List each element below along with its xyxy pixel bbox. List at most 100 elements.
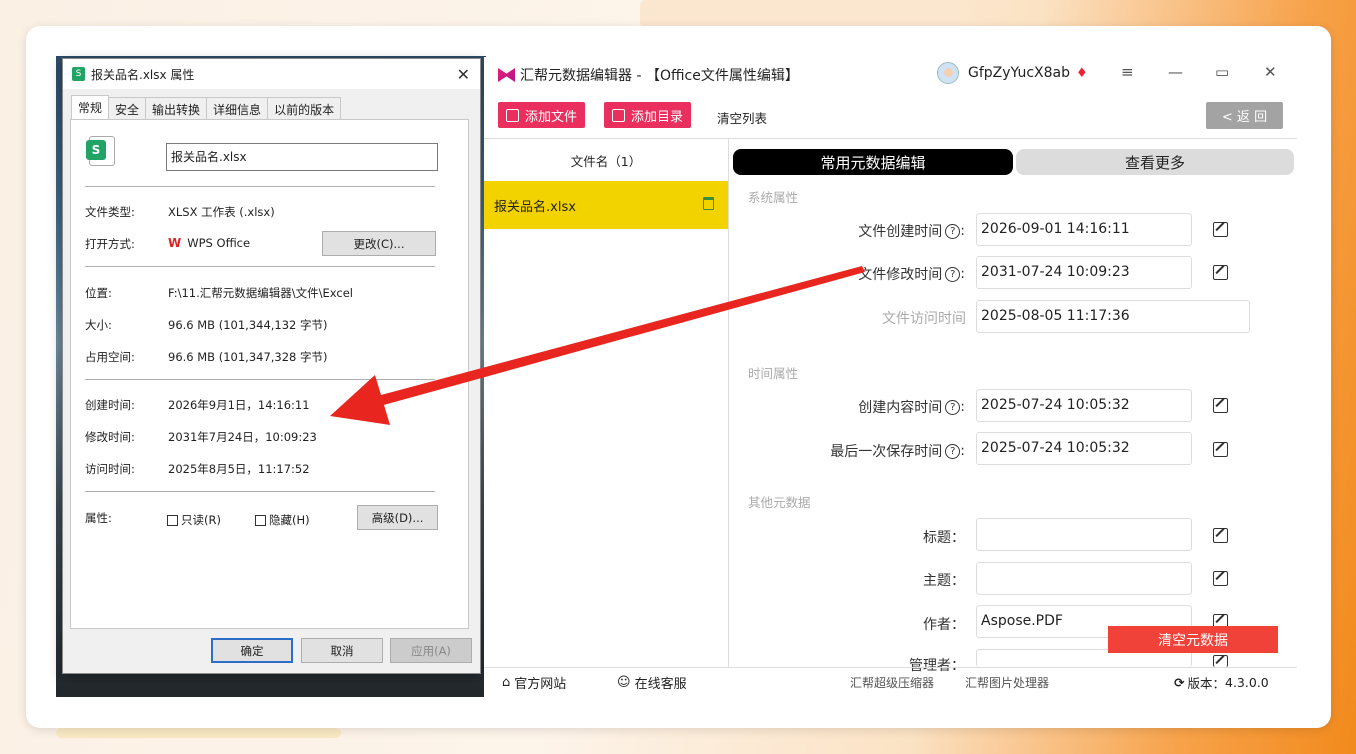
accessed-time-label: 文件访问时间: [882, 311, 966, 327]
help-icon[interactable]: ?: [945, 443, 961, 459]
add-file-label: 添加文件: [525, 109, 578, 125]
label-text: 创建内容时间: [858, 400, 943, 416]
created-label: 创建时间:: [85, 398, 135, 412]
tab-general[interactable]: 常规: [71, 95, 110, 119]
edit-icon[interactable]: [1213, 442, 1228, 457]
file-name-field[interactable]: 报关品名.xlsx: [166, 143, 438, 171]
size-value: 96.6 MB (101,344,132 字节): [168, 318, 328, 332]
dialog-tabs: 常规 安全 输出转换 详细信息 以前的版本: [71, 95, 342, 119]
edit-icon[interactable]: [1213, 265, 1228, 280]
file-icon: [506, 108, 519, 122]
official-site-link[interactable]: ⌂ 官方网站: [502, 673, 566, 692]
back-button[interactable]: < 返 回: [1206, 102, 1283, 129]
tab-output[interactable]: 输出转换: [145, 97, 208, 119]
readonly-checkbox[interactable]: 只读(R): [167, 512, 221, 528]
created-time-label: 文件创建时间?:: [858, 223, 965, 240]
ok-button[interactable]: 确定: [211, 638, 293, 663]
close-icon[interactable]: ✕: [1264, 63, 1277, 81]
apply-button[interactable]: 应用(A): [390, 638, 472, 663]
home-icon: ⌂: [502, 675, 511, 690]
modified-time-input[interactable]: 2031-07-24 10:09:23: [976, 256, 1192, 289]
refresh-icon[interactable]: ⟳: [1174, 675, 1184, 690]
tab-common-metadata[interactable]: 常用元数据编辑: [733, 149, 1013, 175]
online-service-link[interactable]: ☺ 在线客服: [617, 673, 687, 692]
modified-time-label: 文件修改时间?:: [858, 266, 965, 283]
add-folder-label: 添加目录: [631, 109, 684, 125]
edit-icon[interactable]: [1213, 222, 1228, 237]
maximize-icon[interactable]: ▭: [1215, 63, 1229, 81]
cancel-button[interactable]: 取消: [301, 638, 383, 663]
compressor-link[interactable]: 汇帮超级压缩器: [850, 674, 934, 691]
type-value: XLSX 工作表 (.xlsx): [168, 205, 275, 219]
divider: [85, 186, 435, 187]
edit-icon[interactable]: [1213, 528, 1228, 543]
hidden-checkbox[interactable]: 隐藏(H): [255, 512, 310, 528]
file-item-name: 报关品名.xlsx: [494, 199, 576, 215]
add-folder-button[interactable]: 添加目录: [604, 102, 692, 128]
author-label: 作者：: [923, 617, 965, 633]
general-panel: S 报关品名.xlsx 文件类型: XLSX 工作表 (.xlsx) 打开方式:…: [70, 119, 469, 629]
background-shape: [640, 0, 960, 28]
help-icon[interactable]: ?: [945, 223, 961, 239]
attributes-label: 属性:: [85, 511, 112, 525]
change-button[interactable]: 更改(C)...: [322, 231, 436, 256]
menu-icon[interactable]: ≡: [1121, 63, 1134, 81]
label-text: 文件修改时间: [858, 267, 943, 283]
size-label: 大小:: [85, 318, 112, 332]
version-label: 版本：: [1187, 676, 1225, 691]
version-info: ⟳ 版本： 4.3.0.0: [1174, 673, 1269, 692]
edit-icon[interactable]: [1213, 655, 1228, 667]
app-title: 汇帮元数据编辑器 - 【Office文件属性编辑】: [520, 68, 799, 84]
close-icon[interactable]: ✕: [457, 65, 470, 84]
created-time-input[interactable]: 2026-09-01 14:16:11: [976, 213, 1192, 246]
advanced-button[interactable]: 高级(D)...: [357, 505, 438, 530]
minimize-icon[interactable]: —: [1168, 63, 1183, 81]
tab-details[interactable]: 详细信息: [206, 97, 269, 119]
background-shape: [56, 728, 341, 738]
last-saved-input[interactable]: 2025-07-24 10:05:32: [976, 432, 1192, 465]
app-title-bar: 汇帮元数据编辑器 - 【Office文件属性编辑】: [498, 65, 799, 85]
image-processor-link[interactable]: 汇帮图片处理器: [965, 674, 1049, 691]
clear-list-button[interactable]: 清空列表: [717, 108, 767, 127]
vip-diamond-icon: ♦: [1076, 65, 1088, 81]
content-created-input[interactable]: 2025-07-24 10:05:32: [976, 389, 1192, 422]
label-text: 文件创建时间: [858, 224, 943, 240]
list-item[interactable]: 报关品名.xlsx: [484, 181, 728, 229]
add-file-button[interactable]: 添加文件: [498, 102, 586, 128]
open-with-app: WPS Office: [187, 236, 251, 250]
online-service-label: 在线客服: [634, 677, 687, 692]
version-value: 4.3.0.0: [1225, 675, 1269, 690]
title-input[interactable]: [976, 518, 1192, 551]
section-time: 时间属性: [748, 366, 799, 381]
tab-security[interactable]: 安全: [108, 97, 147, 119]
accessed-label: 访问时间:: [85, 462, 135, 476]
tab-view-more[interactable]: 查看更多: [1016, 149, 1294, 175]
title-label: 标题：: [923, 530, 965, 546]
folder-icon: [612, 108, 625, 122]
accessed-value: 2025年8月5日，11:17:52: [168, 462, 310, 476]
edit-icon[interactable]: [1213, 571, 1228, 586]
location-value: F:\11.汇帮元数据编辑器\文件\Excel: [168, 286, 353, 300]
disk-size-value: 96.6 MB (101,347,328 字节): [168, 350, 328, 364]
trash-icon[interactable]: [703, 197, 714, 210]
last-saved-label: 最后一次保存时间?:: [830, 443, 965, 460]
help-icon[interactable]: ?: [945, 266, 961, 282]
edit-icon[interactable]: [1213, 398, 1228, 413]
clear-metadata-button[interactable]: 清空元数据: [1108, 626, 1278, 653]
official-site-label: 官方网站: [514, 677, 567, 692]
accessed-time-input[interactable]: 2025-08-05 11:17:36: [976, 300, 1250, 333]
spreadsheet-file-icon: S: [86, 136, 115, 166]
dialog-titlebar: S 报关品名.xlsx 属性: [63, 59, 480, 89]
user-info[interactable]: GfpZyYucX8ab ♦: [937, 62, 1088, 84]
tab-previous-versions[interactable]: 以前的版本: [267, 97, 342, 119]
disk-size-label: 占用空间:: [85, 350, 135, 364]
section-system: 系统属性: [748, 190, 799, 205]
subject-input[interactable]: [976, 562, 1192, 595]
type-label: 文件类型:: [85, 205, 135, 219]
help-icon[interactable]: ?: [945, 399, 961, 415]
content-created-label: 创建内容时间?:: [858, 399, 965, 416]
modified-value: 2031年7月24日，10:09:23: [168, 430, 317, 444]
divider: [85, 266, 435, 267]
label-text: 最后一次保存时间: [830, 444, 943, 460]
hidden-label: 隐藏(H): [269, 513, 310, 527]
